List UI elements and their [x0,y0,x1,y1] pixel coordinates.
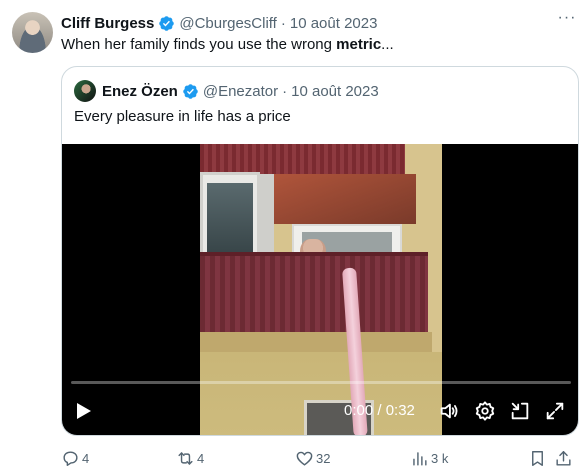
tweet-header: Cliff Burgess @CburgesCliff · 10 août 20… [61,13,565,33]
video-time: 0:00 / 0:32 [344,402,415,419]
volume-icon[interactable] [438,400,460,422]
bookmark-button[interactable] [528,446,549,470]
video-progress-bar[interactable] [71,381,571,384]
quoted-tweet-card[interactable]: Enez Özen @Enezator · 10 août 2023 Every… [61,66,579,436]
author-name[interactable]: Cliff Burgess [61,15,154,32]
quoted-author-name: Enez Özen [102,82,178,100]
tweet-actions: 4 4 32 3 k [61,446,571,470]
verified-badge-icon [159,15,175,31]
play-icon[interactable] [76,402,92,420]
view-count: 3 k [431,450,449,466]
quoted-author-handle: @Enezator [202,82,279,100]
author-handle[interactable]: @CburgesCliff [179,15,277,32]
quoted-author-avatar [74,80,96,102]
tweet-text: When her family finds you use the wrong … [61,35,394,55]
separator-dot: · [282,82,288,100]
tweet-text-bold: metric [336,36,382,53]
reply-count: 4 [82,450,90,466]
reply-button[interactable]: 4 [61,446,89,470]
video-frame [200,144,442,435]
reply-icon [63,450,78,466]
tweet-date[interactable]: 10 août 2023 [290,15,378,32]
fullscreen-icon[interactable] [544,400,566,422]
like-button[interactable]: 32 [295,446,330,470]
settings-icon[interactable] [474,400,496,422]
repost-icon [178,451,193,465]
views-button[interactable]: 3 k [410,446,448,470]
author-avatar[interactable] [12,12,53,53]
tweet-text-prefix: When her family finds you use the wrong [61,36,337,53]
quoted-tweet-date: 10 août 2023 [291,82,379,100]
repost-button[interactable]: 4 [176,446,204,470]
video-balcony [200,256,428,334]
heart-icon [296,451,313,466]
bookmark-icon [532,450,543,466]
share-button[interactable] [554,446,575,470]
repost-count: 4 [197,450,205,466]
video-player[interactable]: 0:00 / 0:32 [62,144,578,435]
verified-badge-icon [183,83,198,99]
views-chart-icon [413,451,427,466]
separator-dot: · [280,14,286,32]
quoted-tweet-text: Every pleasure in life has a price [74,108,291,125]
quoted-tweet-header: Enez Özen @Enezator · 10 août 2023 [74,80,379,102]
tweet-text-suffix: ... [381,36,394,53]
share-icon [556,450,571,466]
minimize-icon[interactable] [509,400,531,422]
like-count: 32 [316,450,331,466]
more-options-icon[interactable]: ··· [557,8,577,28]
